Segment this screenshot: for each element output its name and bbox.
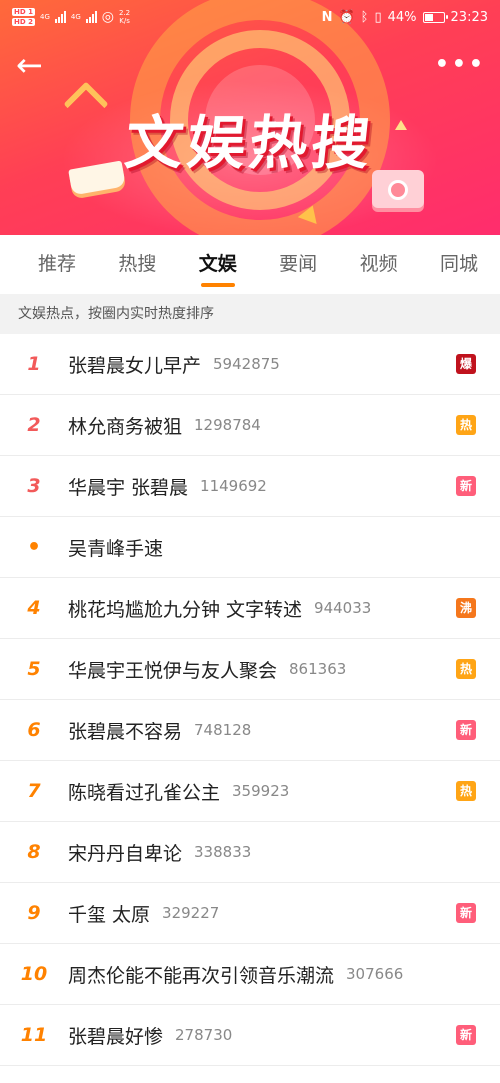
rank-number: 1 — [27, 353, 41, 375]
status-badge: 新 — [456, 476, 476, 496]
item-title: 张碧晨好惨 — [68, 1025, 164, 1048]
heat-count: 944033 — [314, 599, 372, 617]
list-item[interactable]: 1 张碧晨女儿早产 5942875 爆 — [0, 334, 500, 395]
list-item[interactable]: 5 华晨宇王悦伊与友人聚会 861363 热 — [0, 639, 500, 700]
network-speed: 2.2 K/s — [119, 9, 130, 25]
status-bar-left: HD 1 HD 2 4G 4G ◎ 2.2 K/s — [12, 7, 130, 27]
tab-5[interactable]: 同城 — [440, 235, 478, 293]
heat-count: 338833 — [194, 843, 252, 861]
vibrate-icon: ▯ — [374, 9, 382, 25]
list-item[interactable]: • 吴青峰手速 — [0, 517, 500, 578]
item-title: 张碧晨女儿早产 — [68, 354, 202, 377]
item-title: 周杰伦能不能再次引领音乐潮流 — [68, 964, 335, 987]
status-bar: HD 1 HD 2 4G 4G ◎ 2.2 K/s N ⏰ ᛒ ▯ 44% 23… — [0, 0, 500, 34]
rank-number: 4 — [27, 597, 41, 619]
more-options-icon[interactable]: ••• — [435, 52, 486, 77]
tab-2[interactable]: 文娱 — [199, 235, 237, 293]
hd2-label: HD 2 — [12, 18, 35, 26]
list-item[interactable]: 4 桃花坞尴尬九分钟 文字转述 944033 沸 — [0, 578, 500, 639]
heat-count: 329227 — [162, 904, 220, 922]
rank-number: 8 — [27, 841, 41, 863]
status-badge: 新 — [456, 903, 476, 923]
list-item[interactable]: 7 陈晓看过孔雀公主 359923 热 — [0, 761, 500, 822]
rank-number: 6 — [27, 719, 41, 741]
status-badge: 热 — [456, 659, 476, 679]
rank-number: 5 — [27, 658, 41, 680]
battery-icon — [422, 11, 448, 23]
back-arrow-icon[interactable]: ← — [16, 48, 50, 82]
status-badge: 爆 — [456, 354, 476, 374]
clock: 23:23 — [450, 9, 488, 25]
status-badge: 沸 — [456, 598, 476, 618]
signal-icon — [85, 11, 97, 23]
hd-indicator: HD 1 HD 2 — [12, 7, 35, 27]
list-description: 文娱热点，按圈内实时热度排序 — [0, 294, 500, 334]
heat-count: 1149692 — [200, 477, 267, 495]
status-badge: 新 — [456, 720, 476, 740]
item-title: 宋丹丹自卑论 — [68, 842, 183, 865]
hot-search-list: 1 张碧晨女儿早产 5942875 爆 2 林允商务被狙 1298784 热 3 华晨宇 张碧晨 1… — [0, 334, 500, 1066]
status-badge: 热 — [456, 781, 476, 801]
rank-number: 9 — [27, 902, 41, 924]
item-title: 桃花坞尴尬九分钟 文字转述 — [68, 598, 303, 621]
item-title: 吴青峰手速 — [68, 537, 164, 560]
network-type-2: 4G — [70, 13, 81, 21]
item-title: 华晨宇 张碧晨 — [68, 476, 189, 499]
heat-count: 861363 — [289, 660, 347, 678]
item-title: 华晨宇王悦伊与友人聚会 — [68, 659, 278, 682]
rank-number: 11 — [20, 1024, 48, 1046]
list-item[interactable]: 3 华晨宇 张碧晨 1149692 新 — [0, 456, 500, 517]
heat-count: 278730 — [175, 1026, 233, 1044]
nfc-icon: N — [321, 9, 333, 25]
rank-number: 3 — [27, 475, 41, 497]
battery-percent: 44% — [387, 9, 417, 25]
hotspot-icon: ◎ — [101, 9, 114, 25]
header-banner: HD 1 HD 2 4G 4G ◎ 2.2 K/s N ⏰ ᛒ ▯ 44% 23… — [0, 0, 500, 235]
status-badge: 热 — [456, 415, 476, 435]
status-badge: 新 — [456, 1025, 476, 1045]
list-item[interactable]: 11 张碧晨好惨 278730 新 — [0, 1005, 500, 1066]
tab-4[interactable]: 视频 — [360, 235, 398, 293]
heat-count: 5942875 — [213, 355, 280, 373]
category-tabs: 推荐 热搜 文娱 要闻 视频 同城 — [0, 235, 500, 293]
hd1-label: HD 1 — [12, 8, 35, 16]
item-title: 林允商务被狙 — [68, 415, 183, 438]
tab-0[interactable]: 推荐 — [38, 235, 76, 293]
tab-3[interactable]: 要闻 — [279, 235, 317, 293]
list-item[interactable]: 6 张碧晨不容易 748128 新 — [0, 700, 500, 761]
heat-count: 307666 — [346, 965, 404, 983]
item-title: 张碧晨不容易 — [68, 720, 183, 743]
rank-number: 2 — [27, 414, 41, 436]
heat-count: 748128 — [194, 721, 252, 739]
bluetooth-icon: ᛒ — [360, 9, 369, 25]
heat-count: 1298784 — [194, 416, 261, 434]
network-speed-value: 2.2 — [118, 9, 131, 17]
signal-icon — [54, 11, 66, 23]
tab-1[interactable]: 热搜 — [118, 235, 156, 293]
item-title: 千玺 太原 — [68, 903, 151, 926]
rank-number: • — [26, 534, 42, 560]
status-bar-right: N ⏰ ᛒ ▯ 44% 23:23 — [322, 10, 488, 25]
page-title: 文娱热搜 — [121, 109, 378, 177]
list-item[interactable]: 10 周杰伦能不能再次引领音乐潮流 307666 — [0, 944, 500, 1005]
alarm-icon: ⏰ — [338, 9, 355, 25]
list-item[interactable]: 9 千玺 太原 329227 新 — [0, 883, 500, 944]
heat-count: 359923 — [232, 782, 290, 800]
network-speed-unit: K/s — [119, 17, 130, 25]
network-type-1: 4G — [39, 13, 50, 21]
list-item[interactable]: 8 宋丹丹自卑论 338833 — [0, 822, 500, 883]
list-item[interactable]: 2 林允商务被狙 1298784 热 — [0, 395, 500, 456]
item-title: 陈晓看过孔雀公主 — [68, 781, 221, 804]
rank-number: 7 — [27, 780, 41, 802]
rank-number: 10 — [20, 963, 48, 985]
